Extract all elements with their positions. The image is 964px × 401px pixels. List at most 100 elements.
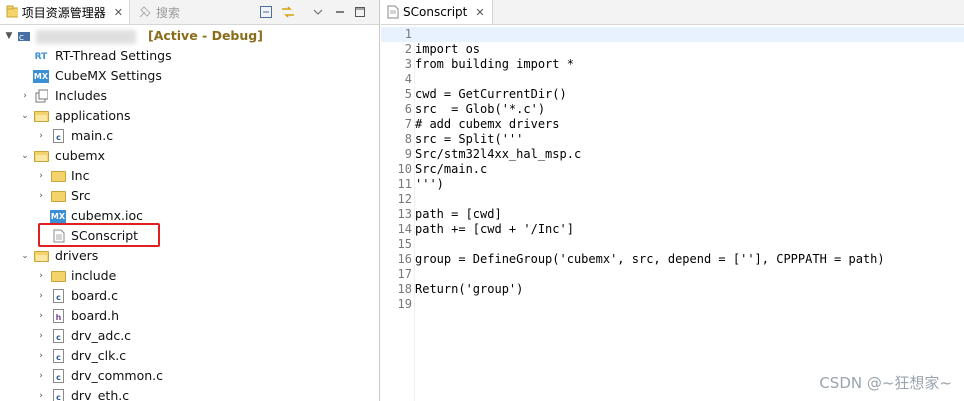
tree-item-label: drivers [55,248,99,263]
line-number: 7 [404,117,412,131]
chevron-right-icon[interactable]: › [36,186,46,206]
tree-item-label: Includes [55,88,108,103]
code-line[interactable]: 2 import os [381,42,964,57]
chevron-right-icon[interactable]: › [36,266,46,286]
code-line[interactable]: 4 [381,72,964,87]
code-line[interactable]: 17 [381,267,964,282]
code-line[interactable]: 19 [381,297,964,312]
tree-item-drv-eth-c[interactable]: › c drv_eth.c [0,386,379,401]
code-line[interactable]: 15 [381,237,964,252]
chevron-down-icon[interactable]: ⌄ [20,106,30,126]
chevron-down-icon[interactable]: ▼ [4,26,14,46]
tab-project-explorer-label: 项目资源管理器 [21,5,106,20]
c-file-icon: c [53,369,64,383]
code-line[interactable]: 9 Src/stm32l4xx_hal_msp.c [381,147,964,162]
tree-item-cubemx[interactable]: ⌄ cubemx [0,146,379,166]
tab-project-explorer[interactable]: 项目资源管理器 ✕ [0,0,130,24]
cubemx-icon: MX [33,70,49,83]
project-explorer-tabbar: 项目资源管理器 ✕ 搜索 [0,0,379,25]
line-number: 16 [397,252,412,266]
chevron-down-icon[interactable]: ⌄ [20,246,30,266]
code-line[interactable]: 11 ''') [381,177,964,192]
code-line[interactable]: 18 Return('group') [381,282,964,297]
line-number: 10 [397,162,412,176]
tree-item-label: board.c [71,288,118,303]
chevron-right-icon[interactable]: › [36,326,46,346]
tree-item-cubemx-settings[interactable]: MX CubeMX Settings [0,66,379,86]
code-line[interactable]: 6 src = Glob('*.c') [381,102,964,117]
tree-item-board-c[interactable]: › c board.c [0,286,379,306]
line-number: 11 [397,177,412,191]
editor-tabbar: SConscript ✕ [381,0,964,25]
tree-item-label: include [71,268,117,283]
tree-item-board-h[interactable]: › h board.h [0,306,379,326]
project-build-config: [Active - Debug] [148,28,263,43]
maximize-icon[interactable] [352,4,368,20]
line-number: 18 [397,282,412,296]
code-line[interactable]: 12 [381,192,964,207]
chevron-right-icon[interactable]: › [36,166,46,186]
ide-window: 项目资源管理器 ✕ 搜索 ▼ C [Active - Debug] RT RT-… [0,0,964,401]
tree-item-drv-clk-c[interactable]: › c drv_clk.c [0,346,379,366]
line-number: 9 [404,147,412,161]
project-icon: C [18,32,30,42]
code-editor[interactable]: 1 2 import os 3 from building import * 4 5 cwd … [381,25,964,401]
tree-item-drv-common-c[interactable]: › c drv_common.c [0,366,379,386]
folder-icon [51,171,66,182]
tree-item-rt-thread-settings[interactable]: RT RT-Thread Settings [0,46,379,66]
tree-item-label: drv_clk.c [71,348,127,363]
tree-item-includes[interactable]: › Includes [0,86,379,106]
project-root[interactable]: ▼ C [Active - Debug] [0,26,379,46]
code-line[interactable]: 7 # add cubemx drivers [381,117,964,132]
tree-item-label: CubeMX Settings [55,68,162,83]
code-text: # add cubemx drivers [415,117,560,131]
line-number: 6 [404,102,412,116]
code-line[interactable]: 3 from building import * [381,57,964,72]
c-file-icon: c [53,289,64,303]
line-number: 15 [397,237,412,251]
chevron-right-icon[interactable]: › [20,86,30,106]
chevron-right-icon[interactable]: › [36,286,46,306]
chevron-right-icon[interactable]: › [36,126,46,146]
tree-item-main-c[interactable]: › c main.c [0,126,379,146]
line-number: 13 [397,207,412,221]
chevron-right-icon[interactable]: › [36,386,46,401]
line-number: 2 [404,42,412,56]
project-explorer-panel: 项目资源管理器 ✕ 搜索 ▼ C [Active - Debug] RT RT-… [0,0,380,401]
tab-search-label: 搜索 [156,5,181,20]
code-text: group = DefineGroup('cubemx', src, depen… [415,252,885,266]
cubemx-icon: MX [50,210,66,223]
tree-item-src[interactable]: › Src [0,186,379,206]
tree-item-label: cubemx [55,148,105,163]
text-file-icon [387,5,399,19]
collapse-all-icon[interactable] [258,4,274,20]
code-line[interactable]: 16 group = DefineGroup('cubemx', src, dep… [381,252,964,267]
code-text: import os [415,42,481,56]
line-number: 19 [397,297,412,311]
includes-icon [35,89,48,103]
chevron-right-icon[interactable]: › [36,306,46,326]
tree-item-inc[interactable]: › Inc [0,166,379,186]
code-line[interactable]: 1 [381,27,964,42]
tab-sconscript[interactable]: SConscript ✕ [381,0,493,24]
tree-item-applications[interactable]: ⌄ applications [0,106,379,126]
code-line[interactable]: 10 Src/main.c [381,162,964,177]
view-menu-icon[interactable] [310,4,326,20]
minimize-icon[interactable] [332,4,348,20]
code-line[interactable]: 14 path += [cwd + '/Inc'] [381,222,964,237]
close-icon[interactable]: ✕ [114,6,123,19]
chevron-right-icon[interactable]: › [36,346,46,366]
code-line[interactable]: 13 path = [cwd] [381,207,964,222]
link-editor-icon[interactable] [280,4,296,20]
close-icon[interactable]: ✕ [475,6,484,19]
rt-settings-icon: RT [34,51,48,62]
tree-item-include[interactable]: › include [0,266,379,286]
chevron-down-icon[interactable]: ⌄ [20,146,30,166]
code-line[interactable]: 8 src = Split(''' [381,132,964,147]
c-file-icon: c [53,349,64,363]
chevron-right-icon[interactable]: › [36,366,46,386]
tab-search[interactable]: 搜索 [132,0,192,24]
tree-item-drivers[interactable]: ⌄ drivers [0,246,379,266]
code-line[interactable]: 5 cwd = GetCurrentDir() [381,87,964,102]
tree-item-drv-adc-c[interactable]: › c drv_adc.c [0,326,379,346]
